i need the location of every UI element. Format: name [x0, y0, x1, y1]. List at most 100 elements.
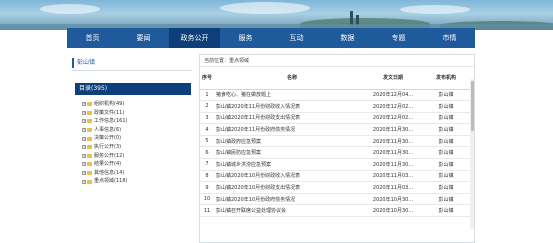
nav-interaction[interactable]: 互动: [271, 28, 322, 48]
tree-item-org[interactable]: + 组织机构(49): [82, 100, 192, 109]
nav-topics[interactable]: 专题: [373, 28, 424, 48]
row-no: 6: [200, 146, 214, 160]
folder-icon: [87, 128, 92, 133]
col-header-no: 序号: [200, 67, 214, 90]
folder-icon: [87, 179, 92, 184]
nav-service[interactable]: 服务: [220, 28, 271, 48]
tree-item-label: 重点领域(118): [94, 178, 128, 185]
nav-news[interactable]: 要闻: [118, 28, 169, 48]
tree-item-label: 决策公开(0): [94, 135, 122, 142]
row-date: 2020年11月03...: [368, 181, 418, 194]
tree-item-execution[interactable]: + 执行公开(3): [82, 143, 192, 152]
expand-icon[interactable]: +: [82, 110, 86, 115]
document-link[interactable]: 彭山镇2020年11月份财政收入情况表: [216, 104, 300, 110]
table-header-row: 序号 名称 发文日期 发布机构: [200, 67, 474, 90]
row-date: 2020年11月30...: [368, 146, 418, 160]
folder-icon: [87, 153, 92, 158]
row-date: 2020年12月02...: [368, 100, 418, 113]
document-link[interactable]: 猪食吃心、猪在做放题上: [216, 92, 271, 98]
tree-item-result[interactable]: + 结果公开(4): [82, 160, 192, 169]
tree-item-work[interactable]: + 工作信息(161): [82, 117, 192, 126]
sidebar: 彭山镇 目录(395) + 组织机构(49) + 政策文件(11) + 工作信息(16…: [72, 58, 192, 243]
row-org: 彭山镇: [418, 193, 474, 206]
row-org: 彭山镇: [418, 158, 474, 171]
expand-icon[interactable]: +: [82, 136, 86, 141]
expand-icon[interactable]: +: [82, 102, 86, 107]
tree-item-other[interactable]: + 其他信息(14): [82, 169, 192, 178]
table-row: 10 彭山镇2020年10月份政府债务情况 2020年10月30... 彭山镇: [200, 193, 474, 206]
expand-icon[interactable]: +: [82, 171, 86, 176]
tree-item-label: 结果公开(4): [94, 161, 122, 168]
table-row: 2 彭山镇2020年11月份财政收入情况表 2020年12月02... 彭山镇: [200, 100, 474, 113]
document-link[interactable]: 彭山镇城乡洪涝应急预案: [216, 162, 271, 168]
nav-city-info[interactable]: 市情: [424, 28, 475, 48]
scrollbar[interactable]: [470, 79, 474, 229]
table-row: 8 彭山镇2020年10月份财政收入情况表 2020年11月03... 彭山镇: [200, 170, 474, 183]
expand-icon[interactable]: +: [82, 145, 86, 150]
row-date: 2020年11月03...: [368, 170, 418, 183]
table-row: 11 彭山镇召开联席公益处理协议会 2020年10月30... 彭山镇: [200, 204, 474, 218]
row-date: 2020年10月30...: [368, 204, 418, 218]
row-no: 3: [200, 112, 214, 125]
sidebar-title: 彭山镇: [72, 58, 192, 68]
cloud: [400, 5, 470, 14]
document-link[interactable]: 彭山镇2020年10月份财政收入情况表: [216, 173, 300, 179]
tree-item-key-areas[interactable]: + 重点领域(118): [82, 177, 192, 186]
document-link[interactable]: 彭山镇2020年10月份政府债务情况: [216, 197, 295, 203]
folder-icon: [87, 171, 92, 176]
tree-item-service[interactable]: + 服务公开(12): [82, 152, 192, 161]
document-link[interactable]: 彭山镇2020年10月份财政支出情况表: [216, 185, 300, 191]
directory-header[interactable]: 目录(395): [75, 83, 191, 95]
nav-data[interactable]: 数据: [322, 28, 373, 48]
folder-icon: [87, 102, 92, 107]
cloud: [40, 4, 100, 14]
row-no: 4: [200, 123, 214, 136]
nav-home[interactable]: 首页: [67, 28, 118, 48]
tree-item-personnel[interactable]: + 人事信息(6): [82, 126, 192, 135]
table-row: 9 彭山镇2020年10月份财政支出情况表 2020年11月03... 彭山镇: [200, 181, 474, 194]
table-row: 6 彭山镇民防应急预案 2020年11月30... 彭山镇: [200, 146, 474, 160]
tree-item-label: 执行公开(3): [94, 143, 122, 150]
row-date: 2020年10月30...: [368, 193, 418, 206]
page-body: 彭山镇 目录(395) + 组织机构(49) + 政策文件(11) + 工作信息(16…: [67, 52, 475, 243]
tree-item-label: 组织机构(49): [94, 101, 125, 107]
document-link[interactable]: 彭山镇政府应急预案: [216, 139, 261, 145]
divider: [72, 70, 192, 71]
tree-item-decision[interactable]: + 决策公开(0): [82, 134, 192, 143]
row-no: 9: [200, 181, 214, 194]
row-org: 彭山镇: [418, 181, 474, 194]
expand-icon[interactable]: +: [82, 179, 86, 184]
content-panel: 当前位置：重点领域 序号 名称 发文日期 发布机构 1 猪食吃心、猪在做放题上 20…: [199, 54, 475, 243]
tree-item-label: 人事信息(6): [94, 126, 122, 133]
expand-icon[interactable]: +: [82, 128, 86, 133]
expand-icon[interactable]: +: [82, 119, 86, 124]
folder-icon: [87, 136, 92, 141]
main-nav: 首页 要闻 政务公开 服务 互动 数据 专题 市情: [67, 28, 475, 48]
document-link[interactable]: 彭山镇民防应急预案: [216, 150, 261, 156]
tree-item-policy[interactable]: + 政策文件(11): [82, 109, 192, 118]
tree-item-label: 其他信息(14): [94, 169, 125, 176]
nav-gov-affairs[interactable]: 政务公开: [169, 28, 220, 48]
row-org: 彭山镇: [418, 100, 474, 113]
tree-item-label: 工作信息(161): [94, 118, 128, 125]
scrollbar-thumb[interactable]: [470, 81, 474, 131]
folder-icon: [87, 110, 92, 115]
tree-item-label: 政策文件(11): [94, 109, 125, 116]
header-banner: [0, 0, 553, 30]
table-row: 7 彭山镇城乡洪涝应急预案 2020年11月30... 彭山镇: [200, 158, 474, 171]
document-link[interactable]: 彭山镇2020年11月份政府债务情况: [216, 127, 295, 133]
row-org: 彭山镇: [418, 204, 474, 218]
document-table: 序号 名称 发文日期 发布机构 1 猪食吃心、猪在做放题上 2020年12月04..…: [200, 67, 474, 218]
table-row: 5 彭山镇政府应急预案 2020年11月30... 彭山镇: [200, 135, 474, 148]
tower-icon: [350, 11, 353, 25]
col-header-date: 发文日期: [368, 67, 418, 90]
expand-icon[interactable]: +: [82, 153, 86, 158]
row-org: 彭山镇: [418, 170, 474, 183]
document-link[interactable]: 彭山镇召开联席公益处理协议会: [216, 208, 286, 214]
document-link[interactable]: 彭山镇2020年11月份财政支出情况表: [216, 115, 300, 121]
col-header-org: 发布机构: [418, 67, 474, 90]
folder-icon: [87, 119, 92, 124]
row-no: 7: [200, 158, 214, 171]
folder-icon: [87, 162, 92, 167]
expand-icon[interactable]: +: [82, 162, 86, 167]
